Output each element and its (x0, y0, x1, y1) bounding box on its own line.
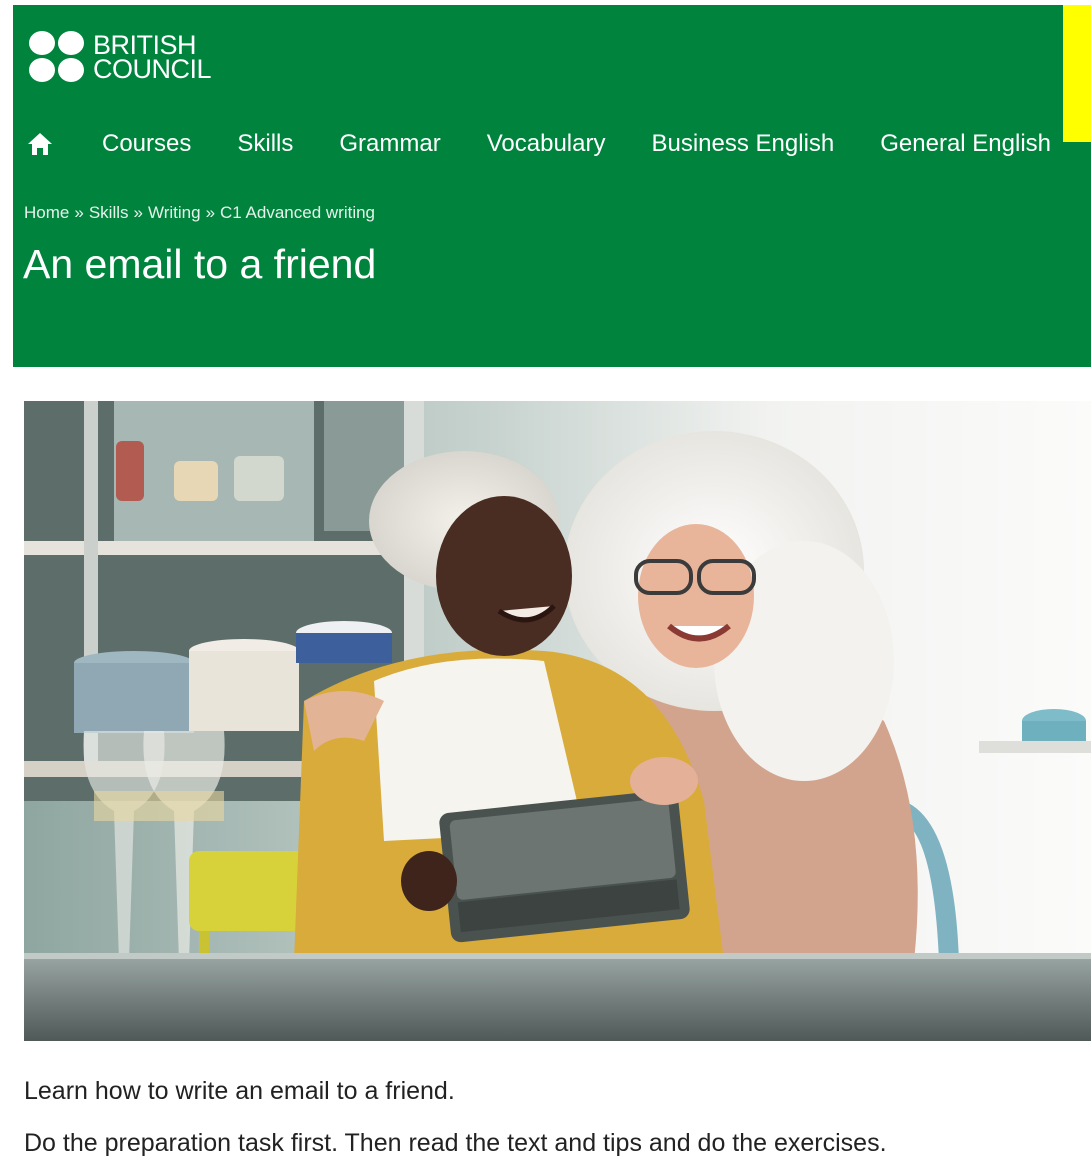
nav-courses[interactable]: Courses (102, 130, 191, 158)
nav-business-english[interactable]: Business English (651, 130, 834, 158)
page-title: An email to a friend (23, 241, 377, 287)
page-frame: BRITISH COUNCIL Courses Skills Grammar V… (13, 5, 1091, 1163)
logo-text: BRITISH COUNCIL (93, 32, 212, 84)
breadcrumb-skills[interactable]: Skills (89, 203, 129, 222)
logo-line-2: COUNCIL (93, 54, 212, 84)
logo-dots-icon (29, 31, 86, 83)
nav-grammar[interactable]: Grammar (339, 130, 440, 158)
intro-text: Learn how to write an email to a friend. (24, 1077, 455, 1105)
breadcrumb-separator: » (133, 203, 143, 222)
yellow-highlight-box (1063, 5, 1091, 142)
hero-image (24, 401, 1091, 1041)
nav-vocabulary[interactable]: Vocabulary (487, 130, 606, 158)
breadcrumb-writing[interactable]: Writing (148, 203, 201, 222)
breadcrumb-separator: » (205, 203, 216, 222)
home-icon[interactable] (25, 129, 55, 159)
main-nav: Courses Skills Grammar Vocabulary Busine… (23, 129, 1091, 159)
breadcrumb-separator: » (74, 203, 84, 222)
site-header: BRITISH COUNCIL Courses Skills Grammar V… (13, 5, 1091, 367)
breadcrumb: Home» Skills» Writing» C1 Advanced writing (24, 203, 375, 223)
photo-two-women-with-tablet-icon (24, 401, 1091, 1041)
british-council-logo[interactable]: BRITISH COUNCIL (29, 31, 212, 84)
nav-skills[interactable]: Skills (237, 130, 293, 158)
breadcrumb-current: C1 Advanced writing (220, 203, 376, 222)
breadcrumb-home[interactable]: Home (24, 203, 69, 222)
instructions-text: Do the preparation task first. Then read… (24, 1129, 887, 1157)
nav-general-english[interactable]: General English (880, 130, 1051, 158)
